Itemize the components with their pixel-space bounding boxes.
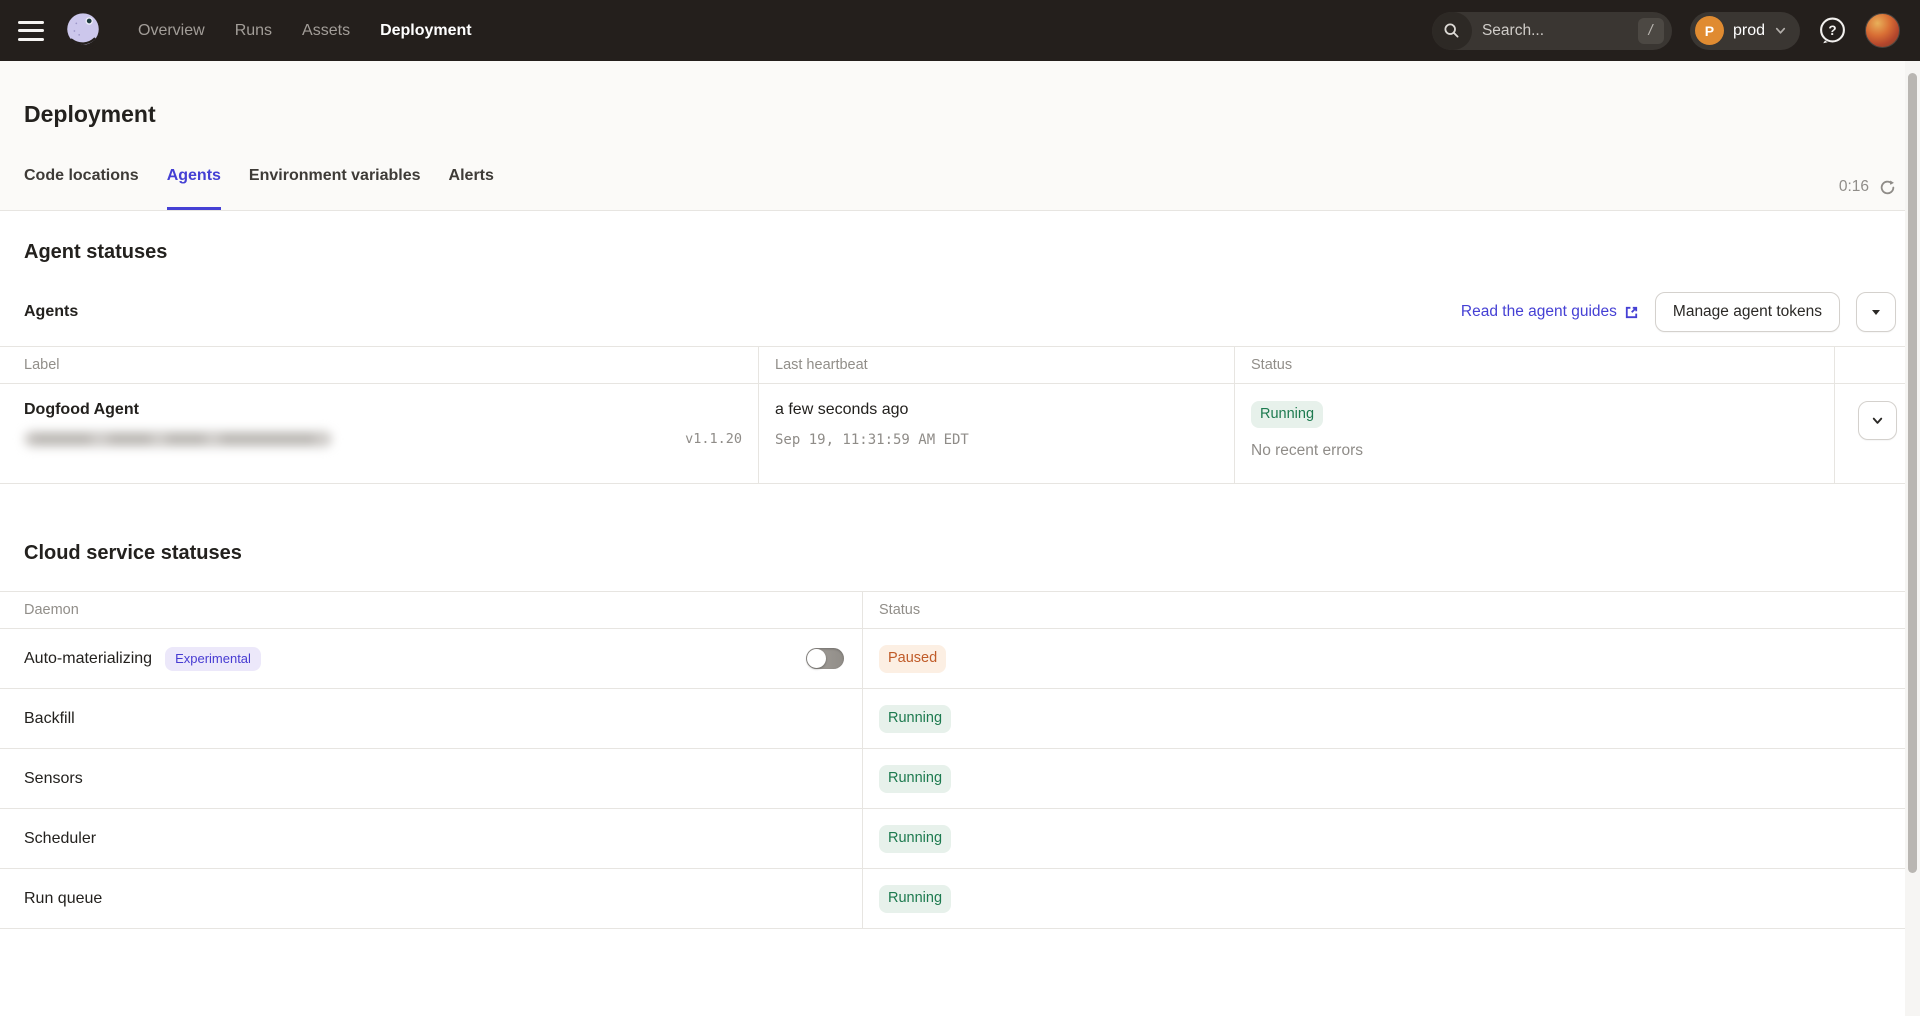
caret-down-icon bbox=[1872, 310, 1880, 315]
agents-col-heartbeat: Last heartbeat bbox=[758, 347, 1234, 383]
page-title: Deployment bbox=[0, 61, 1920, 126]
refresh-countdown: 0:16 bbox=[1839, 178, 1869, 196]
scrollbar-thumb[interactable] bbox=[1908, 73, 1917, 873]
agent-id-redacted bbox=[24, 431, 332, 447]
manage-agent-tokens-button[interactable]: Manage agent tokens bbox=[1655, 292, 1840, 332]
agent-guides-link[interactable]: Read the agent guides bbox=[1461, 303, 1639, 321]
daemon-row-sensors: Sensors Running bbox=[0, 749, 1920, 809]
cloud-service-statuses-heading: Cloud service statuses bbox=[0, 542, 1920, 565]
agent-statuses-heading: Agent statuses bbox=[0, 241, 1920, 264]
deployment-name: prod bbox=[1733, 22, 1765, 40]
agent-tokens-menu-button[interactable] bbox=[1856, 292, 1896, 332]
agent-version: v1.1.20 bbox=[685, 431, 742, 447]
search-placeholder: Search... bbox=[1482, 22, 1638, 40]
daemon-status-badge: Paused bbox=[879, 645, 946, 672]
external-link-icon bbox=[1624, 305, 1639, 320]
daemon-label: Auto-materializing bbox=[24, 650, 152, 668]
search-input[interactable]: Search... / bbox=[1432, 12, 1672, 50]
help-icon[interactable]: ? bbox=[1818, 16, 1847, 45]
refresh-icon[interactable] bbox=[1879, 179, 1896, 196]
agent-guides-link-label: Read the agent guides bbox=[1461, 303, 1617, 321]
user-avatar[interactable] bbox=[1865, 13, 1900, 48]
daemon-label: Scheduler bbox=[24, 830, 96, 848]
cloud-services-table: Daemon Status Auto-materializing Experim… bbox=[0, 591, 1920, 929]
auto-materializing-toggle[interactable] bbox=[806, 648, 844, 669]
agent-row: Dogfood Agent v1.1.20 a few seconds ago … bbox=[0, 384, 1920, 484]
primary-nav: Overview Runs Assets Deployment bbox=[138, 22, 472, 40]
daemon-label: Backfill bbox=[24, 710, 75, 728]
agent-status-badge: Running bbox=[1251, 401, 1323, 428]
cloud-col-daemon: Daemon bbox=[0, 592, 862, 628]
nav-item-overview[interactable]: Overview bbox=[138, 22, 205, 40]
dagster-logo-icon[interactable] bbox=[62, 10, 104, 52]
agents-col-label: Label bbox=[0, 347, 758, 383]
daemon-status-badge: Running bbox=[879, 705, 951, 732]
cloud-col-status: Status bbox=[862, 592, 1920, 628]
chevron-down-icon bbox=[1870, 413, 1885, 428]
navbar-right: Search... / P prod ? bbox=[1432, 12, 1900, 50]
deployment-tabs: Code locations Agents Environment variab… bbox=[24, 166, 494, 210]
experimental-badge: Experimental bbox=[165, 647, 261, 671]
nav-item-runs[interactable]: Runs bbox=[235, 22, 272, 40]
tab-alerts[interactable]: Alerts bbox=[449, 166, 494, 210]
deployment-avatar: P bbox=[1695, 16, 1724, 45]
nav-item-deployment[interactable]: Deployment bbox=[380, 22, 472, 40]
daemon-label: Sensors bbox=[24, 770, 83, 788]
agents-subheading: Agents bbox=[24, 303, 78, 321]
page-header: Deployment Code locations Agents Environ… bbox=[0, 61, 1920, 211]
chevron-down-icon bbox=[1774, 24, 1787, 37]
tab-code-locations[interactable]: Code locations bbox=[24, 166, 139, 210]
daemon-status-badge: Running bbox=[879, 885, 951, 912]
agent-heartbeat-timestamp: Sep 19, 11:31:59 AM EDT bbox=[775, 432, 1218, 448]
tab-environment-variables[interactable]: Environment variables bbox=[249, 166, 421, 210]
agent-heartbeat-relative: a few seconds ago bbox=[775, 401, 1218, 419]
top-navbar: Overview Runs Assets Deployment Search..… bbox=[0, 0, 1920, 61]
nav-item-assets[interactable]: Assets bbox=[302, 22, 350, 40]
daemon-status-badge: Running bbox=[879, 825, 951, 852]
deployment-switcher[interactable]: P prod bbox=[1690, 12, 1800, 50]
daemon-status-badge: Running bbox=[879, 765, 951, 792]
agent-name: Dogfood Agent bbox=[24, 401, 742, 419]
agents-col-status: Status bbox=[1234, 347, 1834, 383]
daemon-row-scheduler: Scheduler Running bbox=[0, 809, 1920, 869]
daemon-row-auto-materializing: Auto-materializing Experimental Paused bbox=[0, 629, 1920, 689]
scrollbar-track bbox=[1905, 61, 1920, 1016]
menu-icon[interactable] bbox=[18, 21, 44, 41]
daemon-label: Run queue bbox=[24, 890, 102, 908]
daemon-row-run-queue: Run queue Running bbox=[0, 869, 1920, 929]
svg-text:?: ? bbox=[1828, 23, 1836, 38]
daemon-row-backfill: Backfill Running bbox=[0, 689, 1920, 749]
tab-agents[interactable]: Agents bbox=[167, 166, 221, 210]
search-icon bbox=[1432, 12, 1472, 50]
expand-agent-row-button[interactable] bbox=[1858, 401, 1897, 440]
agent-status-note: No recent errors bbox=[1251, 442, 1818, 460]
agents-table: Label Last heartbeat Status Dogfood Agen… bbox=[0, 346, 1920, 484]
search-shortcut-key: / bbox=[1638, 18, 1664, 44]
